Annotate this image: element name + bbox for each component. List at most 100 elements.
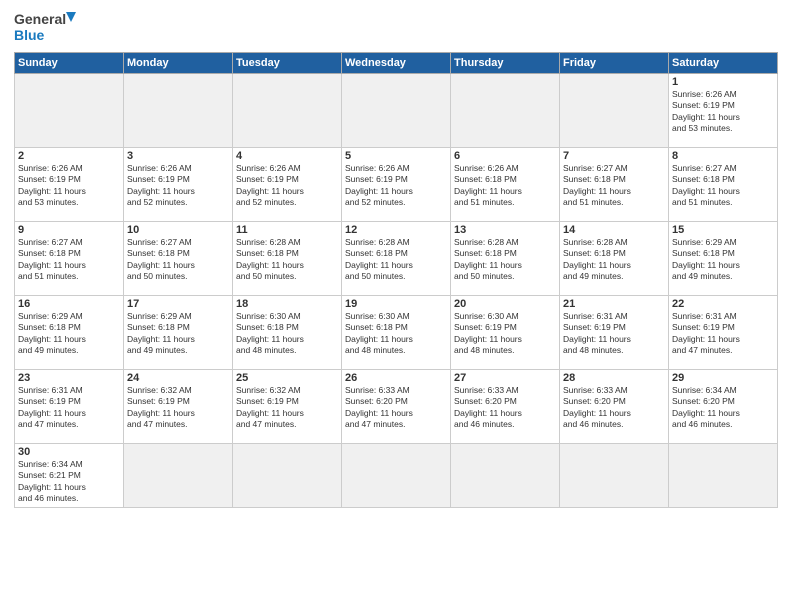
day-cell	[342, 74, 451, 148]
day-cell: 14Sunrise: 6:28 AMSunset: 6:18 PMDayligh…	[560, 222, 669, 296]
day-info: Sunrise: 6:30 AMSunset: 6:19 PMDaylight:…	[454, 311, 556, 357]
day-number: 3	[127, 150, 229, 162]
day-number: 5	[345, 150, 447, 162]
day-info: Sunrise: 6:27 AMSunset: 6:18 PMDaylight:…	[563, 163, 665, 209]
day-number: 21	[563, 298, 665, 310]
day-cell: 4Sunrise: 6:26 AMSunset: 6:19 PMDaylight…	[233, 148, 342, 222]
week-row-1: 1Sunrise: 6:26 AMSunset: 6:19 PMDaylight…	[15, 74, 778, 148]
weekday-header-sunday: Sunday	[15, 53, 124, 74]
day-cell: 6Sunrise: 6:26 AMSunset: 6:18 PMDaylight…	[451, 148, 560, 222]
day-info: Sunrise: 6:32 AMSunset: 6:19 PMDaylight:…	[236, 385, 338, 431]
weekday-header-friday: Friday	[560, 53, 669, 74]
day-number: 2	[18, 150, 120, 162]
day-number: 17	[127, 298, 229, 310]
logo-svg: General Blue	[14, 10, 76, 46]
day-info: Sunrise: 6:26 AMSunset: 6:19 PMDaylight:…	[18, 163, 120, 209]
day-cell	[124, 74, 233, 148]
day-number: 24	[127, 372, 229, 384]
week-row-4: 16Sunrise: 6:29 AMSunset: 6:18 PMDayligh…	[15, 296, 778, 370]
day-number: 1	[672, 76, 774, 88]
day-cell	[560, 74, 669, 148]
day-info: Sunrise: 6:28 AMSunset: 6:18 PMDaylight:…	[345, 237, 447, 283]
day-number: 20	[454, 298, 556, 310]
day-number: 22	[672, 298, 774, 310]
day-cell	[15, 74, 124, 148]
day-cell: 24Sunrise: 6:32 AMSunset: 6:19 PMDayligh…	[124, 370, 233, 444]
day-cell: 16Sunrise: 6:29 AMSunset: 6:18 PMDayligh…	[15, 296, 124, 370]
day-cell: 26Sunrise: 6:33 AMSunset: 6:20 PMDayligh…	[342, 370, 451, 444]
day-cell	[669, 444, 778, 508]
day-info: Sunrise: 6:33 AMSunset: 6:20 PMDaylight:…	[345, 385, 447, 431]
day-cell	[233, 444, 342, 508]
day-number: 26	[345, 372, 447, 384]
day-cell: 1Sunrise: 6:26 AMSunset: 6:19 PMDaylight…	[669, 74, 778, 148]
day-cell	[451, 444, 560, 508]
day-info: Sunrise: 6:26 AMSunset: 6:19 PMDaylight:…	[345, 163, 447, 209]
day-info: Sunrise: 6:29 AMSunset: 6:18 PMDaylight:…	[18, 311, 120, 357]
day-cell: 8Sunrise: 6:27 AMSunset: 6:18 PMDaylight…	[669, 148, 778, 222]
svg-text:General: General	[14, 11, 66, 27]
day-number: 27	[454, 372, 556, 384]
weekday-header-monday: Monday	[124, 53, 233, 74]
day-number: 7	[563, 150, 665, 162]
day-cell: 23Sunrise: 6:31 AMSunset: 6:19 PMDayligh…	[15, 370, 124, 444]
day-number: 13	[454, 224, 556, 236]
header: General Blue	[14, 10, 778, 46]
day-info: Sunrise: 6:29 AMSunset: 6:18 PMDaylight:…	[127, 311, 229, 357]
day-cell: 15Sunrise: 6:29 AMSunset: 6:18 PMDayligh…	[669, 222, 778, 296]
day-cell: 18Sunrise: 6:30 AMSunset: 6:18 PMDayligh…	[233, 296, 342, 370]
day-info: Sunrise: 6:26 AMSunset: 6:19 PMDaylight:…	[236, 163, 338, 209]
day-number: 4	[236, 150, 338, 162]
day-cell: 28Sunrise: 6:33 AMSunset: 6:20 PMDayligh…	[560, 370, 669, 444]
day-cell: 30Sunrise: 6:34 AMSunset: 6:21 PMDayligh…	[15, 444, 124, 508]
day-info: Sunrise: 6:33 AMSunset: 6:20 PMDaylight:…	[563, 385, 665, 431]
day-info: Sunrise: 6:29 AMSunset: 6:18 PMDaylight:…	[672, 237, 774, 283]
day-info: Sunrise: 6:32 AMSunset: 6:19 PMDaylight:…	[127, 385, 229, 431]
day-info: Sunrise: 6:33 AMSunset: 6:20 PMDaylight:…	[454, 385, 556, 431]
week-row-3: 9Sunrise: 6:27 AMSunset: 6:18 PMDaylight…	[15, 222, 778, 296]
day-number: 10	[127, 224, 229, 236]
day-cell: 3Sunrise: 6:26 AMSunset: 6:19 PMDaylight…	[124, 148, 233, 222]
week-row-2: 2Sunrise: 6:26 AMSunset: 6:19 PMDaylight…	[15, 148, 778, 222]
day-info: Sunrise: 6:28 AMSunset: 6:18 PMDaylight:…	[454, 237, 556, 283]
day-number: 11	[236, 224, 338, 236]
page: General Blue SundayMondayTuesdayWednesda…	[0, 0, 792, 612]
day-info: Sunrise: 6:26 AMSunset: 6:19 PMDaylight:…	[672, 89, 774, 135]
day-cell: 12Sunrise: 6:28 AMSunset: 6:18 PMDayligh…	[342, 222, 451, 296]
day-cell: 10Sunrise: 6:27 AMSunset: 6:18 PMDayligh…	[124, 222, 233, 296]
day-number: 28	[563, 372, 665, 384]
day-number: 15	[672, 224, 774, 236]
day-cell: 2Sunrise: 6:26 AMSunset: 6:19 PMDaylight…	[15, 148, 124, 222]
day-number: 8	[672, 150, 774, 162]
day-cell: 17Sunrise: 6:29 AMSunset: 6:18 PMDayligh…	[124, 296, 233, 370]
day-cell: 29Sunrise: 6:34 AMSunset: 6:20 PMDayligh…	[669, 370, 778, 444]
weekday-header-saturday: Saturday	[669, 53, 778, 74]
day-cell: 13Sunrise: 6:28 AMSunset: 6:18 PMDayligh…	[451, 222, 560, 296]
weekday-header-wednesday: Wednesday	[342, 53, 451, 74]
day-info: Sunrise: 6:30 AMSunset: 6:18 PMDaylight:…	[236, 311, 338, 357]
day-info: Sunrise: 6:34 AMSunset: 6:20 PMDaylight:…	[672, 385, 774, 431]
day-cell: 11Sunrise: 6:28 AMSunset: 6:18 PMDayligh…	[233, 222, 342, 296]
day-info: Sunrise: 6:30 AMSunset: 6:18 PMDaylight:…	[345, 311, 447, 357]
day-number: 23	[18, 372, 120, 384]
logo: General Blue	[14, 10, 76, 46]
day-number: 12	[345, 224, 447, 236]
day-cell: 21Sunrise: 6:31 AMSunset: 6:19 PMDayligh…	[560, 296, 669, 370]
day-cell	[233, 74, 342, 148]
day-cell: 19Sunrise: 6:30 AMSunset: 6:18 PMDayligh…	[342, 296, 451, 370]
day-info: Sunrise: 6:28 AMSunset: 6:18 PMDaylight:…	[236, 237, 338, 283]
day-info: Sunrise: 6:31 AMSunset: 6:19 PMDaylight:…	[672, 311, 774, 357]
week-row-6: 30Sunrise: 6:34 AMSunset: 6:21 PMDayligh…	[15, 444, 778, 508]
weekday-header-thursday: Thursday	[451, 53, 560, 74]
day-info: Sunrise: 6:27 AMSunset: 6:18 PMDaylight:…	[672, 163, 774, 209]
day-cell: 20Sunrise: 6:30 AMSunset: 6:19 PMDayligh…	[451, 296, 560, 370]
day-info: Sunrise: 6:31 AMSunset: 6:19 PMDaylight:…	[563, 311, 665, 357]
day-number: 6	[454, 150, 556, 162]
day-cell	[560, 444, 669, 508]
day-cell: 9Sunrise: 6:27 AMSunset: 6:18 PMDaylight…	[15, 222, 124, 296]
day-cell	[342, 444, 451, 508]
week-row-5: 23Sunrise: 6:31 AMSunset: 6:19 PMDayligh…	[15, 370, 778, 444]
day-cell: 27Sunrise: 6:33 AMSunset: 6:20 PMDayligh…	[451, 370, 560, 444]
day-info: Sunrise: 6:26 AMSunset: 6:18 PMDaylight:…	[454, 163, 556, 209]
day-info: Sunrise: 6:27 AMSunset: 6:18 PMDaylight:…	[18, 237, 120, 283]
